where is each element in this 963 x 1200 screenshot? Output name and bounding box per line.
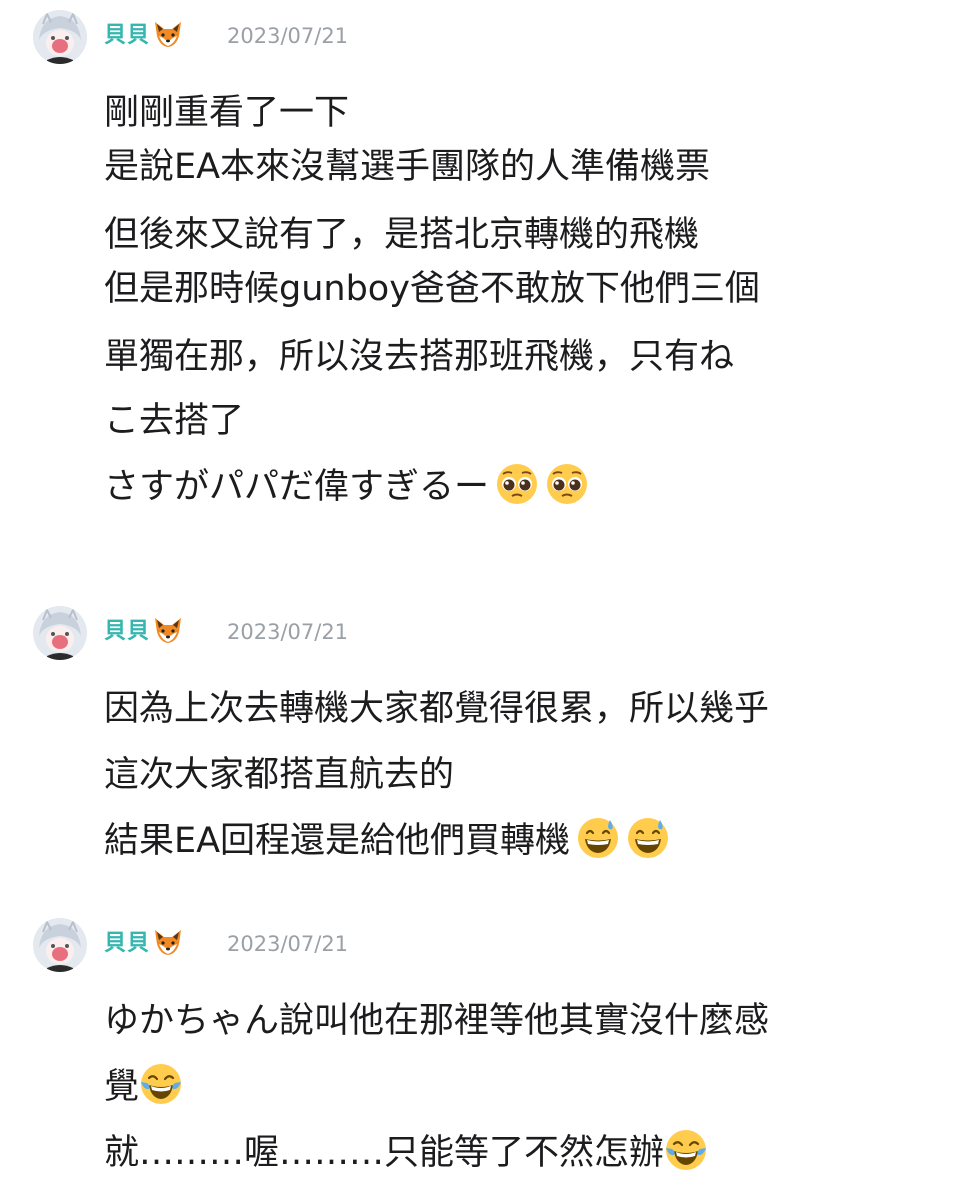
- text-line-with-emoji: 結果EA回程還是給他們買轉機: [104, 814, 934, 868]
- fox-icon: [152, 616, 184, 644]
- text-line: 是說EA本來沒幫選手團隊的人準備機票: [104, 147, 711, 187]
- post-body: 因為上次去轉機大家都覺得很累，所以幾乎 這次大家都搭直航去的 結果EA回程還是給…: [104, 682, 934, 868]
- text-segment: 就………喔………只能等了不然怎辦: [104, 1133, 665, 1173]
- avatar[interactable]: [33, 10, 87, 64]
- text-line: ゆかちゃん說叫他在那裡等他其實沒什麼感: [104, 1001, 770, 1041]
- text-segment: 結果EA回程還是給他們買轉機: [104, 821, 571, 861]
- author[interactable]: 貝貝: [104, 616, 184, 647]
- author-name: 貝貝: [104, 619, 151, 644]
- author[interactable]: 貝貝: [104, 20, 184, 51]
- text-line: 剛剛重看了一下: [104, 93, 350, 133]
- post-header: 貝貝 2023/07/21: [0, 908, 963, 978]
- pleading-face-icon: [495, 462, 539, 506]
- post-date: 2023/07/21: [227, 620, 349, 644]
- fox-icon: [152, 928, 184, 956]
- text-line-with-emoji: 就………喔………只能等了不然怎辦: [104, 1126, 934, 1180]
- tears-of-joy-icon: [664, 1128, 708, 1172]
- post-date: 2023/07/21: [227, 932, 349, 956]
- text-line: 但後來又說有了，是搭北京轉機的飛機: [104, 215, 700, 255]
- text-segment: 覺: [104, 1067, 140, 1107]
- author-name: 貝貝: [104, 931, 151, 956]
- text-line: 這次大家都搭直航去的: [104, 755, 455, 795]
- text-line-with-emoji: 覺: [104, 1060, 934, 1114]
- post-header: 貝貝 2023/07/21: [0, 596, 963, 666]
- text-segment: さすがパパだ偉すぎるー: [104, 467, 490, 507]
- grinning-sweat-icon: [576, 816, 620, 860]
- post-body: 剛剛重看了一下 是說EA本來沒幫選手團隊的人準備機票 但後來又說有了，是搭北京轉…: [104, 86, 934, 514]
- text-line: こ去搭了: [104, 401, 245, 441]
- text-line: 因為上次去轉機大家都覺得很累，所以幾乎: [104, 689, 770, 729]
- text-line: 單獨在那，所以沒去搭那班飛機，只有ね: [104, 337, 735, 377]
- avatar[interactable]: [33, 606, 87, 660]
- grinning-sweat-icon: [626, 816, 670, 860]
- post-body: ゆかちゃん說叫他在那裡等他其實沒什麼感 覺 就………喔………只能等了不然怎辦: [104, 994, 934, 1180]
- fox-icon: [152, 20, 184, 48]
- tears-of-joy-icon: [139, 1062, 183, 1106]
- text-line-with-emoji: さすがパパだ偉すぎるー: [104, 460, 934, 514]
- text-line: 但是那時候gunboy爸爸不敢放下他們三個: [104, 269, 760, 309]
- avatar[interactable]: [33, 918, 87, 972]
- pleading-face-icon: [545, 462, 589, 506]
- author[interactable]: 貝貝: [104, 928, 184, 959]
- author-name: 貝貝: [104, 23, 151, 48]
- post-date: 2023/07/21: [227, 24, 349, 48]
- post-header: 貝貝 2023/07/21: [0, 0, 963, 70]
